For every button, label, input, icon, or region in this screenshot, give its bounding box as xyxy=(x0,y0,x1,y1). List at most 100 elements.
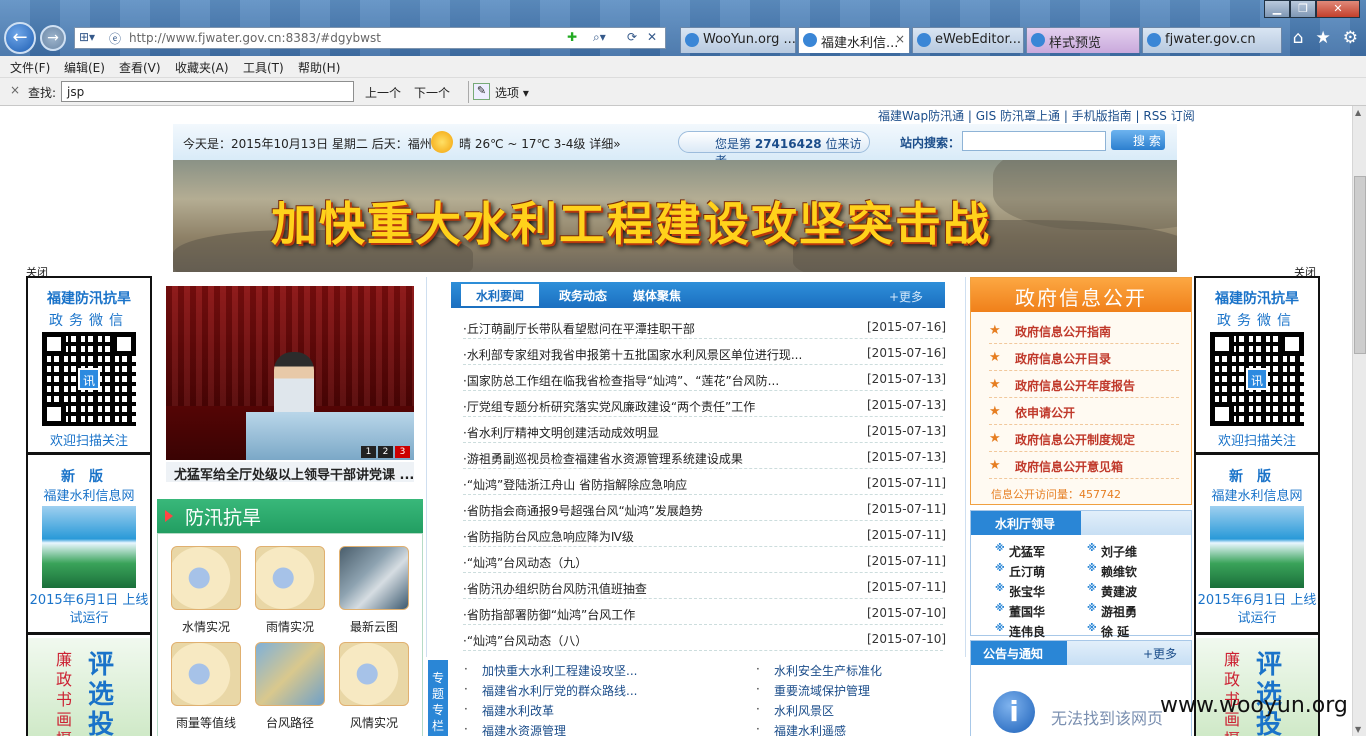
news-title[interactable]: ·省水利厅精神文明创建活动成效明显 xyxy=(463,424,819,441)
home-icon[interactable]: ⌂ xyxy=(1293,28,1304,48)
search-icon[interactable]: ⌕▾ xyxy=(593,30,606,45)
news-item[interactable]: ·水利部专家组对我省申报第十五批国家水利风景区单位进行现... [2015-07-… xyxy=(463,339,946,365)
gov-info-link[interactable]: ★ 政府信息公开年度报告 xyxy=(989,372,1179,398)
news-title[interactable]: ·厅党组专题分析研究落实党风廉政建设“两个责任”工作 xyxy=(463,398,819,415)
leader-name[interactable]: 连伟良 xyxy=(995,623,1045,640)
tab-close-icon[interactable]: × xyxy=(895,32,905,46)
leader-name[interactable]: 董国华 xyxy=(995,603,1045,620)
menu-help[interactable]: 帮助(H) xyxy=(298,59,340,76)
scroll-up-icon[interactable]: ▲ xyxy=(1355,108,1361,117)
leader-name[interactable]: 刘子维 xyxy=(1087,543,1137,560)
special-link[interactable]: 福建水利改革 xyxy=(464,702,554,719)
find-prev-button[interactable]: 上一个 xyxy=(365,84,401,101)
gov-info-link[interactable]: ★ 依申请公开 xyxy=(989,399,1179,425)
scroll-down-icon[interactable]: ▼ xyxy=(1355,725,1361,734)
news-item[interactable]: ·省水利厅精神文明创建活动成效明显 [2015-07-13] xyxy=(463,417,946,443)
favorites-icon[interactable]: ★ xyxy=(1316,28,1331,48)
site-search-button[interactable]: 搜 索 xyxy=(1111,130,1165,150)
find-close-icon[interactable]: × xyxy=(10,83,20,97)
leader-name[interactable]: 尤猛军 xyxy=(995,543,1045,560)
url-text[interactable]: http://www.fjwater.gov.cn:8383/#dgybwst xyxy=(129,31,381,45)
slider-page-1[interactable]: 1 xyxy=(361,446,376,458)
special-link[interactable]: 加快重大水利工程建设攻坚... xyxy=(464,662,638,679)
menu-favorites[interactable]: 收藏夹(A) xyxy=(175,59,229,76)
address-bar[interactable]: ⊞▾ ⓔ http://www.fjwater.gov.cn:8383/#dgy… xyxy=(74,27,666,49)
news-title[interactable]: ·丘汀萌副厅长带队看望慰问在平潭挂职干部 xyxy=(463,320,819,337)
vertical-scrollbar[interactable]: ▲ ▼ xyxy=(1352,106,1366,736)
minimize-button[interactable]: ▁ xyxy=(1264,0,1290,18)
photo-caption[interactable]: 尤猛军给全厅处级以上领导干部讲党课 ... xyxy=(166,462,414,482)
special-link[interactable]: 福建省水利厅党的群众路线... xyxy=(464,682,638,699)
add-tab-icon[interactable]: ⊞▾ xyxy=(79,30,95,44)
news-title[interactable]: ·省防指防台风应急响应降为Ⅳ级 xyxy=(463,528,819,545)
flood-item-typhoon[interactable]: 台风路径 xyxy=(248,642,332,731)
slider-page-3[interactable]: 3 xyxy=(395,446,410,458)
tab-media[interactable]: 媒体聚焦 xyxy=(633,287,681,304)
news-more-link[interactable]: +更多 xyxy=(889,288,923,305)
news-title[interactable]: ·省防指部署防御“灿鸿”台风工作 xyxy=(463,606,819,623)
gov-info-link[interactable]: ★ 政府信息公开目录 xyxy=(989,345,1179,371)
menu-file[interactable]: 文件(F) xyxy=(10,59,50,76)
special-link[interactable]: 福建水资源管理 xyxy=(464,722,566,736)
menu-edit[interactable]: 编辑(E) xyxy=(64,59,105,76)
forward-button[interactable]: → xyxy=(40,25,66,51)
flood-item-water[interactable]: 水情实况 xyxy=(164,546,248,635)
tab-ewebeditor[interactable]: eWebEditor... xyxy=(912,27,1024,53)
leader-name[interactable]: 黄建波 xyxy=(1087,583,1137,600)
maximize-button[interactable]: ❐ xyxy=(1290,0,1316,18)
special-link[interactable]: 福建水利遥感 xyxy=(756,722,846,736)
scrollbar-thumb[interactable] xyxy=(1354,176,1366,354)
news-title[interactable]: ·水利部专家组对我省申报第十五批国家水利风景区单位进行现... xyxy=(463,346,819,363)
compat-icon[interactable]: ✚ xyxy=(567,30,577,44)
special-link[interactable]: 重要流域保护管理 xyxy=(756,682,870,699)
news-title[interactable]: ·游祖勇副巡视员检查福建省水资源管理系统建设成果 xyxy=(463,450,819,467)
news-item[interactable]: ·“灿鸿”登陆浙江舟山 省防指解除应急响应 [2015-07-11] xyxy=(463,469,946,495)
tab-fjwater-active[interactable]: 福建水利信... × xyxy=(798,27,910,53)
flood-item-rain[interactable]: 雨情实况 xyxy=(248,546,332,635)
news-title[interactable]: ·“灿鸿”台风动态（八） xyxy=(463,632,819,649)
news-item[interactable]: ·省防指防台风应急响应降为Ⅳ级 [2015-07-11] xyxy=(463,521,946,547)
left-side-ad[interactable]: 福建防汛抗旱 政务微信 讯 欢迎扫描关注 新版 福建水利信息网 2015年6月1… xyxy=(26,276,152,736)
menu-tools[interactable]: 工具(T) xyxy=(243,59,284,76)
news-item[interactable]: ·丘汀萌副厅长带队看望慰问在平潭挂职干部 [2015-07-16] xyxy=(463,313,946,339)
news-title[interactable]: ·省防汛办组织防台风防汛值班抽查 xyxy=(463,580,819,597)
top-links[interactable]: 福建Wap防汛通 | GIS 防汛罩上通 | 手机版指南 | RSS 订阅 xyxy=(878,107,1195,124)
news-title[interactable]: ·国家防总工作组在临我省检查指导“灿鸿”、“莲花”台风防... xyxy=(463,372,819,389)
find-options-button[interactable]: ✎ 选项 ▾ xyxy=(468,81,542,103)
leader-name[interactable]: 游祖勇 xyxy=(1087,603,1137,620)
notice-more-link[interactable]: +更多 xyxy=(1143,645,1177,662)
tab-fjwater-home[interactable]: fjwater.gov.cn xyxy=(1142,27,1282,53)
news-item[interactable]: ·省防汛办组织防台风防汛值班抽查 [2015-07-11] xyxy=(463,573,946,599)
news-item[interactable]: ·省防指部署防御“灿鸿”台风工作 [2015-07-10] xyxy=(463,599,946,625)
news-title[interactable]: ·“灿鸿”台风动态（九） xyxy=(463,554,819,571)
news-item[interactable]: ·省防指会商通报9号超强台风“灿鸿”发展趋势 [2015-07-11] xyxy=(463,495,946,521)
stop-icon[interactable]: ✕ xyxy=(647,30,657,44)
weather-text[interactable]: 晴 26℃ ~ 17℃ 3-4级 详细» xyxy=(459,135,621,152)
news-title[interactable]: ·“灿鸿”登陆浙江舟山 省防指解除应急响应 xyxy=(463,476,819,493)
tab-wooyun[interactable]: WooYun.org ... xyxy=(680,27,796,53)
close-window-button[interactable]: ✕ xyxy=(1316,0,1360,18)
slider-page-2[interactable]: 2 xyxy=(378,446,393,458)
flood-item-isohyet[interactable]: 雨量等值线 xyxy=(164,642,248,731)
menu-view[interactable]: 查看(V) xyxy=(119,59,161,76)
news-item[interactable]: ·国家防总工作组在临我省检查指导“灿鸿”、“莲花”台风防... [2015-07-… xyxy=(463,365,946,391)
tab-style-preview[interactable]: 样式预览 xyxy=(1026,27,1140,53)
tab-water-news[interactable]: 水利要闻 xyxy=(461,284,539,306)
tools-gear-icon[interactable]: ⚙ xyxy=(1343,28,1358,48)
news-item[interactable]: ·游祖勇副巡视员检查福建省水资源管理系统建设成果 [2015-07-13] xyxy=(463,443,946,469)
news-title[interactable]: ·省防指会商通报9号超强台风“灿鸿”发展趋势 xyxy=(463,502,819,519)
news-item[interactable]: ·厅党组专题分析研究落实党风廉政建设“两个责任”工作 [2015-07-13] xyxy=(463,391,946,417)
special-link[interactable]: 水利安全生产标准化 xyxy=(756,662,882,679)
find-next-button[interactable]: 下一个 xyxy=(414,84,450,101)
right-side-ad[interactable]: 福建防汛抗旱 政务微信 讯 欢迎扫描关注 新版 福建水利信息网 2015年6月1… xyxy=(1194,276,1320,736)
flood-item-wind[interactable]: 风情实况 xyxy=(332,642,416,731)
gov-info-link[interactable]: ★ 政府信息公开意见箱 xyxy=(989,453,1179,479)
leader-name[interactable]: 徐 延 xyxy=(1087,623,1129,640)
leader-name[interactable]: 张宝华 xyxy=(995,583,1045,600)
refresh-icon[interactable]: ⟳ xyxy=(627,30,637,44)
news-item[interactable]: ·“灿鸿”台风动态（八） [2015-07-10] xyxy=(463,625,946,651)
leader-name[interactable]: 赖维钦 xyxy=(1087,563,1137,580)
back-button[interactable]: ← xyxy=(4,22,36,54)
site-search-input[interactable] xyxy=(962,131,1106,151)
news-photo-slider[interactable]: 1 2 3 xyxy=(166,286,414,460)
